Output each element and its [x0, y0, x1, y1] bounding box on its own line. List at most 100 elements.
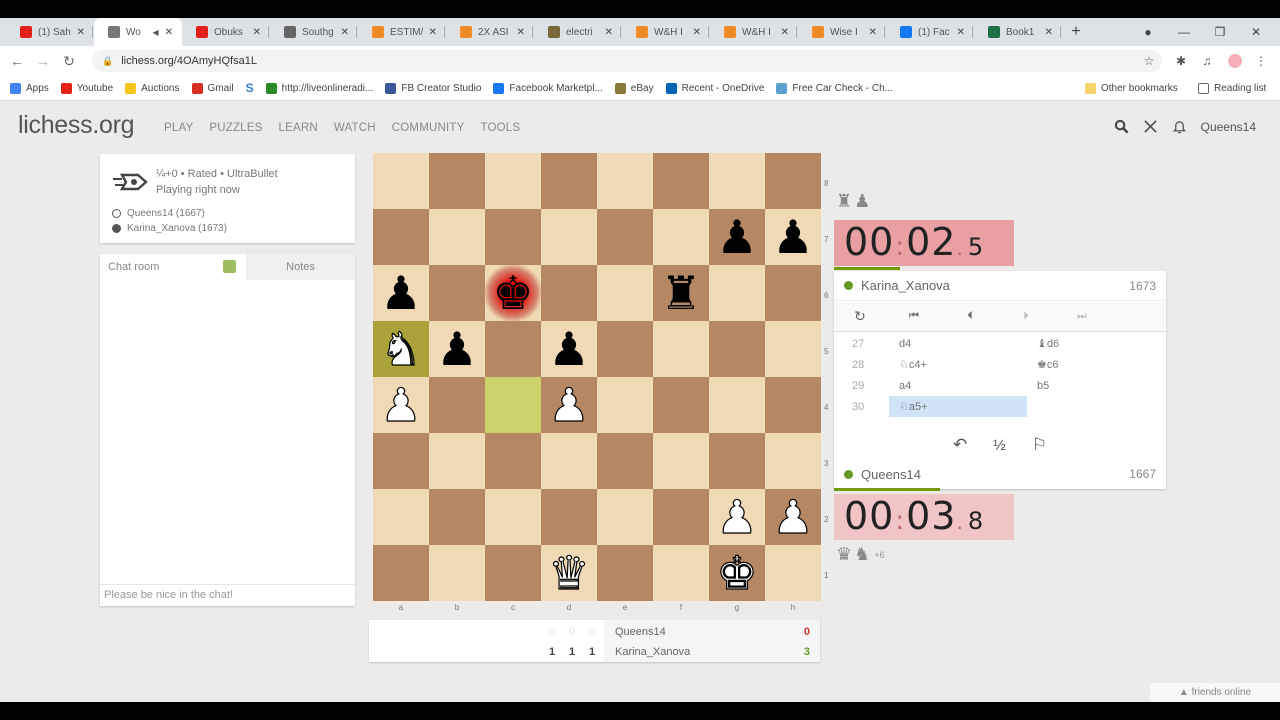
square-e2[interactable]	[597, 489, 653, 545]
square-f6[interactable]: ♜	[653, 265, 709, 321]
nav-community[interactable]: COMMUNITY	[392, 122, 465, 134]
close-tab-icon[interactable]: ✕	[253, 27, 261, 38]
white-move[interactable]: d4	[889, 333, 1027, 354]
browser-tab[interactable]: Wo ◀ ✕	[94, 18, 182, 46]
black-move[interactable]: b5	[1027, 375, 1165, 396]
site-logo[interactable]: lichess.org	[18, 111, 135, 140]
square-a5[interactable]: ♞	[373, 321, 429, 377]
black-pawn-piece[interactable]: ♟	[772, 214, 813, 260]
last-move-icon[interactable]: ⏭	[1054, 302, 1110, 332]
close-tab-icon[interactable]: ✕	[781, 27, 789, 38]
bookmark-item[interactable]: S	[246, 81, 254, 95]
white-move[interactable]: ♘a5+	[889, 396, 1027, 417]
square-f3[interactable]	[653, 433, 709, 489]
bookmark-item[interactable]: eBay	[614, 82, 654, 94]
close-tab-icon[interactable]: ✕	[77, 27, 85, 38]
browser-tab[interactable]: Book1 ✕	[974, 18, 1062, 46]
browser-tab[interactable]: ESTIM/✕	[358, 18, 446, 46]
browser-tab[interactable]: W&H I ✕	[710, 18, 798, 46]
white-player-info[interactable]: Queens14 (1667)	[112, 208, 205, 219]
audio-playing-icon[interactable]: ◀	[152, 28, 158, 37]
browser-tab[interactable]: Wise I ✕	[798, 18, 886, 46]
square-d3[interactable]	[541, 433, 597, 489]
bookmark-item[interactable]: Gmail	[191, 82, 234, 94]
browser-tab[interactable]: W&H I ✕	[622, 18, 710, 46]
square-g5[interactable]	[709, 321, 765, 377]
reading-list[interactable]: Reading list	[1198, 82, 1266, 94]
browser-tab[interactable]: (1) Fac ✕	[886, 18, 974, 46]
close-tab-icon[interactable]: ✕	[517, 27, 525, 38]
black-move[interactable]: ♝d6	[1027, 333, 1165, 354]
black-move[interactable]	[1027, 396, 1165, 417]
result-cell[interactable]: 0	[569, 626, 575, 638]
square-e3[interactable]	[597, 433, 653, 489]
url-bar[interactable]: 🔒 lichess.org/4OAmyHQfsa1L	[92, 50, 1162, 72]
square-h5[interactable]	[765, 321, 821, 377]
square-e4[interactable]	[597, 377, 653, 433]
square-e1[interactable]	[597, 545, 653, 601]
resign-flag-icon[interactable]: ⚐	[1032, 435, 1047, 455]
white-pawn-piece[interactable]: ♟	[380, 381, 422, 428]
square-d8[interactable]	[541, 153, 597, 209]
prev-move-icon[interactable]: ⏴	[942, 302, 998, 332]
square-f8[interactable]	[653, 153, 709, 209]
square-f1[interactable]	[653, 545, 709, 601]
new-tab-button[interactable]: +	[1062, 23, 1090, 41]
black-rook-piece[interactable]: ♜	[660, 270, 701, 316]
result-cell[interactable]: 1	[589, 646, 595, 658]
close-window-button[interactable]: ✕	[1238, 18, 1274, 46]
browser-tab[interactable]: Southg ✕	[270, 18, 358, 46]
square-g1[interactable]: ♚	[709, 545, 765, 601]
black-pawn-piece[interactable]: ♟	[380, 270, 421, 316]
square-a7[interactable]	[373, 209, 429, 265]
takeback-icon[interactable]: ↶	[953, 435, 967, 455]
nav-learn[interactable]: LEARN	[279, 122, 318, 134]
crosstable-player[interactable]: Queens14	[615, 626, 666, 638]
profile-avatar[interactable]	[1226, 52, 1244, 70]
square-f7[interactable]	[653, 209, 709, 265]
bookmark-item[interactable]: Recent - OneDrive	[665, 82, 764, 94]
search-icon[interactable]	[1114, 119, 1129, 134]
square-a8[interactable]	[373, 153, 429, 209]
white-king-piece[interactable]: ♚	[716, 549, 758, 596]
square-c3[interactable]	[485, 433, 541, 489]
user-menu[interactable]: Queens14	[1201, 120, 1256, 134]
forward-button[interactable]: →	[30, 53, 56, 69]
other-bookmarks[interactable]: Other bookmarks	[1085, 82, 1178, 94]
square-g4[interactable]	[709, 377, 765, 433]
profile-menu-icon[interactable]: ●	[1130, 18, 1166, 46]
square-g3[interactable]	[709, 433, 765, 489]
challenge-icon[interactable]	[1143, 119, 1158, 134]
square-a2[interactable]	[373, 489, 429, 545]
browser-menu-icon[interactable]: ⋮	[1252, 52, 1270, 70]
square-g7[interactable]: ♟	[709, 209, 765, 265]
square-c6[interactable]: ♚	[485, 265, 541, 321]
extensions-icon[interactable]: ✱	[1172, 52, 1190, 70]
chat-toggle[interactable]	[223, 260, 236, 273]
square-a4[interactable]: ♟	[373, 377, 429, 433]
close-tab-icon[interactable]: ✕	[693, 27, 701, 38]
square-a6[interactable]: ♟	[373, 265, 429, 321]
reload-button[interactable]: ↻	[56, 53, 82, 70]
white-knight-piece[interactable]: ♞	[380, 325, 422, 372]
square-d1[interactable]: ♛	[541, 545, 597, 601]
bookmark-item[interactable]: FB Creator Studio	[385, 82, 481, 94]
square-d2[interactable]	[541, 489, 597, 545]
square-b8[interactable]	[429, 153, 485, 209]
square-b4[interactable]	[429, 377, 485, 433]
nav-watch[interactable]: WATCH	[334, 122, 376, 134]
result-cell[interactable]: 1	[549, 646, 555, 658]
crosstable-player[interactable]: Karina_Xanova	[615, 646, 690, 658]
square-d5[interactable]: ♟	[541, 321, 597, 377]
square-f2[interactable]	[653, 489, 709, 545]
close-tab-icon[interactable]: ✕	[341, 27, 349, 38]
white-pawn-piece[interactable]: ♟	[716, 493, 758, 540]
close-tab-icon[interactable]: ✕	[869, 27, 877, 38]
maximize-button[interactable]: ❐	[1202, 18, 1238, 46]
square-d6[interactable]	[541, 265, 597, 321]
square-c7[interactable]	[485, 209, 541, 265]
square-d7[interactable]	[541, 209, 597, 265]
square-h3[interactable]	[765, 433, 821, 489]
square-e7[interactable]	[597, 209, 653, 265]
square-a1[interactable]	[373, 545, 429, 601]
